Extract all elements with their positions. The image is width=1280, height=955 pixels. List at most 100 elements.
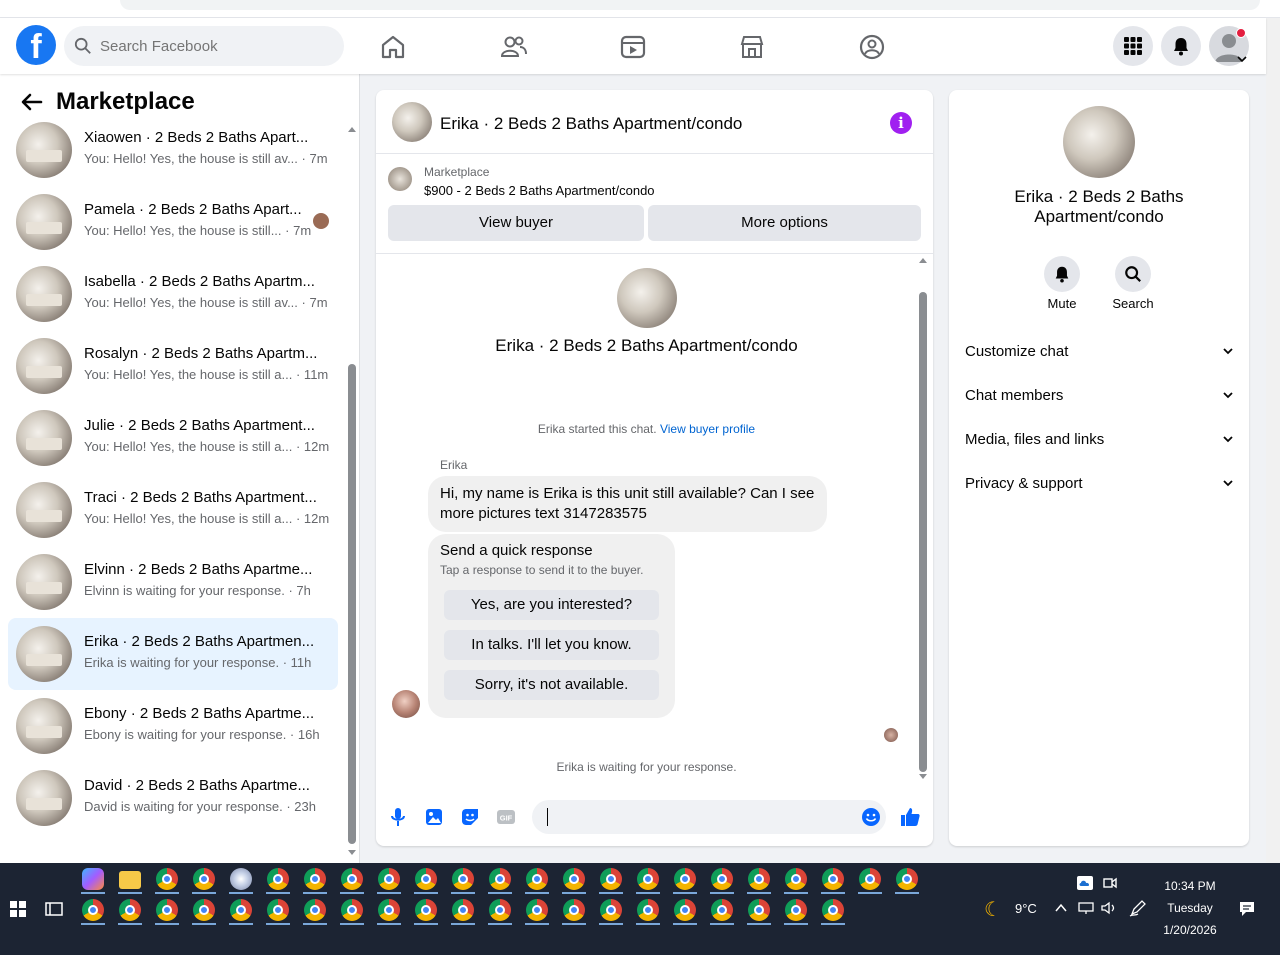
windows-start-icon[interactable] (10, 901, 26, 917)
facebook-logo[interactable]: f (16, 25, 56, 66)
chat-scrollbar[interactable] (916, 254, 930, 784)
emoji-icon[interactable] (860, 806, 882, 828)
photo-icon[interactable] (423, 806, 445, 828)
chrome-icon[interactable] (600, 868, 622, 890)
file-explorer-icon[interactable] (119, 871, 141, 889)
home-icon[interactable] (378, 32, 408, 62)
chrome-icon[interactable] (304, 868, 326, 890)
chrome-icon[interactable] (896, 868, 918, 890)
chrome-icon[interactable] (526, 868, 548, 890)
chrome-icon[interactable] (230, 899, 252, 921)
chrome-icon[interactable] (600, 899, 622, 921)
sender-avatar[interactable] (392, 690, 420, 718)
notification-center-icon[interactable] (1238, 900, 1256, 918)
chrome-icon[interactable] (452, 899, 474, 921)
info-icon[interactable]: i (890, 112, 912, 134)
chat-scroll-thumb[interactable] (919, 292, 927, 772)
conversation-item[interactable]: Isabella · 2 Beds 2 Baths Apartm... You: … (8, 258, 338, 330)
address-bar[interactable] (120, 0, 1260, 10)
conversation-item[interactable]: Elvinn · 2 Beds 2 Baths Apartme... Elvinn… (8, 546, 338, 618)
scroll-up-icon[interactable] (346, 124, 358, 134)
conversation-item[interactable]: Julie · 2 Beds 2 Baths Apartment... You: … (8, 402, 338, 474)
view-buyer-profile-link[interactable]: View buyer profile (660, 422, 755, 436)
privacy-support-row[interactable]: Privacy & support (965, 465, 1233, 501)
chrome-icon[interactable] (637, 868, 659, 890)
quick-reply-in-talks[interactable]: In talks. I'll let you know. (444, 630, 659, 660)
chrome-icon[interactable] (822, 899, 844, 921)
weather-temp[interactable]: 9°C (1015, 901, 1037, 916)
chat-title[interactable]: Erika · 2 Beds 2 Baths Apartment/condo (440, 114, 742, 134)
chrome-icon[interactable] (822, 868, 844, 890)
chrome-icon[interactable] (526, 899, 548, 921)
customize-chat-row[interactable]: Customize chat (965, 333, 1233, 369)
chrome-icon[interactable] (563, 868, 585, 890)
chrome-icon[interactable] (82, 899, 104, 921)
chrome-icon[interactable] (341, 868, 363, 890)
volume-icon[interactable] (1101, 901, 1117, 915)
chrome-icon[interactable] (119, 899, 141, 921)
chrome-icon[interactable] (156, 868, 178, 890)
listing-title[interactable]: $900 - 2 Beds 2 Baths Apartment/condo (424, 183, 655, 198)
groups-icon[interactable] (857, 32, 887, 62)
chrome-icon[interactable] (711, 868, 733, 890)
chrome-icon[interactable] (674, 868, 696, 890)
chevron-down-icon[interactable] (1237, 55, 1247, 63)
video-icon[interactable] (618, 32, 648, 62)
conversation-item[interactable]: Erika · 2 Beds 2 Baths Apartmen... Erika … (8, 618, 338, 690)
meet-icon[interactable] (1103, 876, 1117, 890)
page-scrollbar[interactable] (1266, 18, 1280, 863)
chrome-icon[interactable] (859, 868, 881, 890)
chat-members-row[interactable]: Chat members (965, 377, 1233, 413)
search-input[interactable] (100, 37, 320, 55)
copilot-icon[interactable] (82, 868, 104, 890)
menu-button[interactable] (1113, 26, 1153, 66)
chrome-icon[interactable] (785, 868, 807, 890)
friends-icon[interactable] (498, 32, 528, 62)
clock-date[interactable]: 1/20/2026 (1152, 923, 1228, 937)
gif-icon[interactable]: GIF (495, 806, 517, 828)
details-avatar[interactable] (1063, 106, 1135, 178)
conversation-item[interactable]: Traci · 2 Beds 2 Baths Apartment... You: … (8, 474, 338, 546)
chrome-icon[interactable] (415, 899, 437, 921)
like-icon[interactable] (899, 806, 921, 828)
scroll-down-icon[interactable] (346, 848, 358, 858)
notifications-button[interactable] (1161, 26, 1201, 66)
chrome-icon[interactable] (156, 899, 178, 921)
clock-day[interactable]: Tuesday (1152, 901, 1228, 915)
chrome-icon[interactable] (267, 899, 289, 921)
task-view-icon[interactable] (45, 901, 63, 917)
chrome-icon[interactable] (378, 868, 400, 890)
mute-button[interactable] (1044, 256, 1080, 292)
media-files-links-row[interactable]: Media, files and links (965, 421, 1233, 457)
chrome-icon[interactable] (489, 868, 511, 890)
marketplace-icon[interactable] (737, 32, 767, 62)
chrome-icon[interactable] (304, 899, 326, 921)
profile-avatar[interactable] (617, 268, 677, 328)
chrome-icon[interactable] (711, 899, 733, 921)
conversation-item[interactable]: Rosalyn · 2 Beds 2 Baths Apartm... You: H… (8, 330, 338, 402)
conversation-item[interactable]: Ebony · 2 Beds 2 Baths Apartme... Ebony i… (8, 690, 338, 762)
quick-reply-not-available[interactable]: Sorry, it's not available. (444, 670, 659, 700)
chrome-icon[interactable] (563, 899, 585, 921)
network-icon[interactable] (1078, 901, 1094, 915)
chrome-icon[interactable] (489, 899, 511, 921)
chrome-icon[interactable] (193, 899, 215, 921)
chrome-icon[interactable] (452, 868, 474, 890)
conversation-item[interactable]: Xiaowen · 2 Beds 2 Baths Apart... You: He… (8, 114, 338, 186)
chrome-icon[interactable] (674, 899, 696, 921)
pen-icon[interactable] (1129, 899, 1147, 917)
back-arrow-icon[interactable] (20, 90, 44, 114)
sidebar-scrollbar[interactable] (346, 124, 358, 859)
chevron-up-icon[interactable] (1055, 903, 1067, 913)
search-box[interactable] (64, 26, 344, 66)
quick-reply-interested[interactable]: Yes, are you interested? (444, 590, 659, 620)
view-buyer-button[interactable]: View buyer (388, 205, 644, 241)
chrome-icon[interactable] (748, 899, 770, 921)
chrome-icon[interactable] (785, 899, 807, 921)
chrome-icon[interactable] (341, 899, 363, 921)
conversation-item[interactable]: David · 2 Beds 2 Baths Apartme... David i… (8, 762, 338, 834)
chrome-icon[interactable] (637, 899, 659, 921)
conversation-item[interactable]: Pamela · 2 Beds 2 Baths Apart... You: Hel… (8, 186, 338, 258)
search-conversation-button[interactable] (1115, 256, 1151, 292)
microphone-icon[interactable] (387, 806, 409, 828)
